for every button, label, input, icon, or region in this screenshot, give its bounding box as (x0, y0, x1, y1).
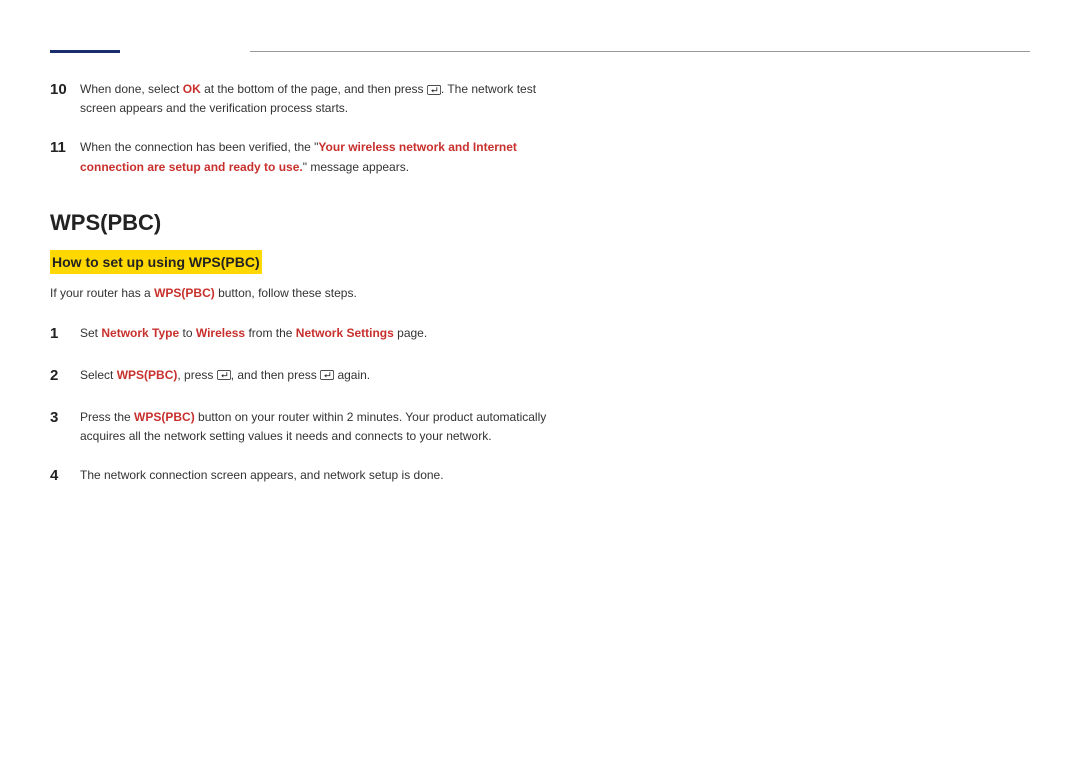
step-body: When the connection has been verified, t… (80, 136, 570, 176)
step-body: Select WPS(PBC), press , and then press … (80, 364, 570, 385)
step: 3Press the WPS(PBC) button on your route… (50, 406, 570, 446)
text: at the bottom of the page, and then pres… (201, 82, 427, 96)
text: from the (245, 326, 296, 340)
text: to (179, 326, 196, 340)
text: When the connection has been verified, t… (80, 140, 318, 154)
text: Select (80, 368, 117, 382)
step: 1Set Network Type to Wireless from the N… (50, 322, 570, 346)
intro-text: If your router has a WPS(PBC) button, fo… (50, 284, 570, 303)
text: , and then press (231, 368, 320, 382)
header-rule (50, 50, 1030, 53)
emphasis: Network Settings (296, 326, 394, 340)
enter-icon (217, 370, 231, 380)
text: button, follow these steps. (215, 286, 357, 300)
steps-wps: 1Set Network Type to Wireless from the N… (50, 322, 570, 488)
step-body: The network connection screen appears, a… (80, 464, 570, 485)
step: 10When done, select OK at the bottom of … (50, 78, 570, 118)
text: When done, select (80, 82, 183, 96)
step: 11When the connection has been verified,… (50, 136, 570, 176)
text: If your router has a (50, 286, 154, 300)
enter-icon (427, 85, 441, 95)
emphasis: WPS(PBC) (134, 410, 195, 424)
text: Set (80, 326, 101, 340)
step-number: 4 (50, 464, 78, 488)
step-number: 1 (50, 322, 78, 346)
subsection-heading: How to set up using WPS(PBC) (50, 250, 570, 284)
step-body: Set Network Type to Wireless from the Ne… (80, 322, 570, 343)
text: again. (334, 368, 370, 382)
emphasis: Wireless (196, 326, 245, 340)
step-number: 10 (50, 78, 78, 102)
emphasis: WPS(PBC) (154, 286, 215, 300)
step-number: 2 (50, 364, 78, 388)
subsection-label: How to set up using WPS(PBC) (50, 250, 262, 274)
text: " message appears. (303, 160, 409, 174)
text: page. (394, 326, 427, 340)
step-number: 11 (50, 136, 78, 160)
page-content: 10When done, select OK at the bottom of … (50, 78, 570, 488)
text: , press (177, 368, 216, 382)
step-number: 3 (50, 406, 78, 430)
step: 4The network connection screen appears, … (50, 464, 570, 488)
emphasis: Network Type (101, 326, 179, 340)
text: The network connection screen appears, a… (80, 468, 444, 482)
steps-top: 10When done, select OK at the bottom of … (50, 78, 570, 177)
text: Press the (80, 410, 134, 424)
accent-bar (50, 50, 120, 53)
divider (250, 51, 1030, 52)
section-title: WPS(PBC) (50, 205, 570, 240)
step: 2Select WPS(PBC), press , and then press… (50, 364, 570, 388)
emphasis: WPS(PBC) (117, 368, 178, 382)
step-body: When done, select OK at the bottom of th… (80, 78, 570, 118)
enter-icon (320, 370, 334, 380)
step-body: Press the WPS(PBC) button on your router… (80, 406, 570, 446)
emphasis: OK (183, 82, 201, 96)
